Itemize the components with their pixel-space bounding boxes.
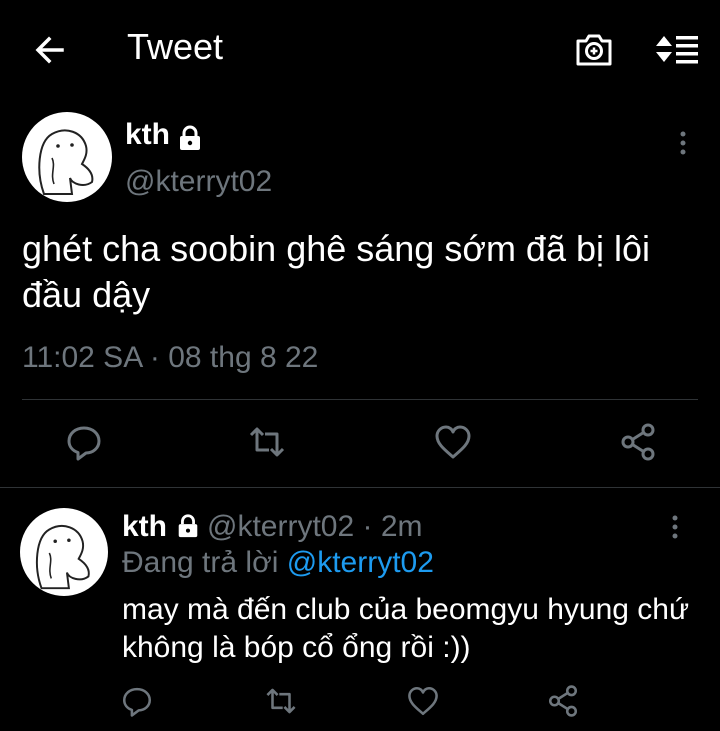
reply-text: may mà đến club của beomgyu hyung chứ kh… — [122, 593, 690, 664]
reply-age[interactable]: 2m — [381, 510, 423, 543]
retweet-icon[interactable] — [264, 684, 298, 718]
divider — [22, 399, 698, 400]
tweet-date: 08 thg 8 22 — [168, 341, 319, 374]
page-title: Tweet — [127, 26, 224, 67]
tweet-timestamp[interactable]: 11:02 SA · 08 thg 8 22 — [22, 341, 318, 375]
author-handle[interactable]: @kterryt02 — [207, 510, 354, 543]
avatar[interactable] — [22, 112, 112, 202]
more-options-icon[interactable] — [668, 128, 698, 158]
tweet-text: ghét cha soobin ghê sáng sớm đã bị lôi đ… — [22, 228, 651, 315]
reply-header: kth @kterryt02 · 2m — [122, 510, 423, 544]
mention-link[interactable]: @kterryt02 — [287, 546, 434, 579]
replying-label: Đang trả lời — [122, 546, 287, 579]
meta-separator: · — [354, 510, 381, 543]
share-icon[interactable] — [546, 684, 580, 718]
like-icon[interactable] — [406, 684, 440, 718]
author-name[interactable]: kth — [122, 510, 167, 543]
replying-to: Đang trả lời @kterryt02 — [122, 546, 434, 580]
author-name[interactable]: kth — [125, 118, 170, 152]
sort-icon[interactable] — [652, 28, 700, 72]
top-app-bar: Tweet — [0, 0, 720, 96]
retweet-icon[interactable] — [247, 422, 287, 462]
author-handle[interactable]: @kterryt02 — [125, 165, 272, 199]
reply-icon[interactable] — [120, 684, 154, 718]
lock-icon — [176, 124, 204, 152]
avatar[interactable] — [20, 508, 108, 596]
divider — [0, 487, 720, 488]
tweet-time: 11:02 SA — [22, 341, 142, 374]
more-options-icon[interactable] — [660, 512, 690, 542]
camera-plus-icon[interactable] — [572, 28, 616, 72]
share-icon[interactable] — [618, 422, 658, 462]
arrow-left-icon[interactable] — [30, 30, 70, 70]
reply-icon[interactable] — [64, 422, 104, 462]
lock-icon — [175, 513, 201, 539]
meta-separator: · — [141, 341, 169, 374]
like-icon[interactable] — [433, 422, 473, 462]
